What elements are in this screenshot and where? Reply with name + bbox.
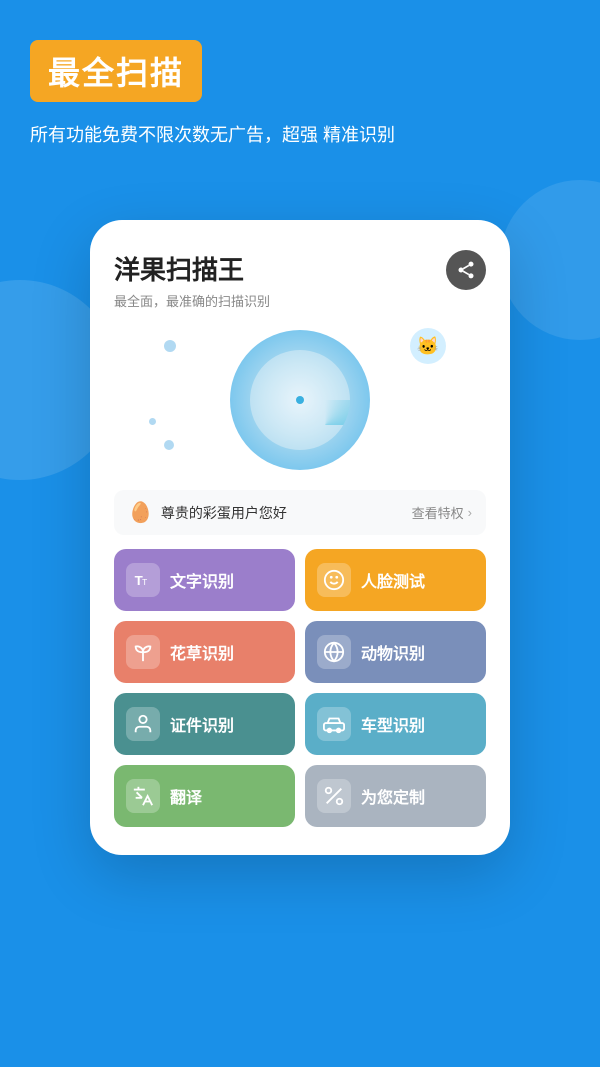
radar-area: 🐱 — [114, 320, 486, 480]
animal-recognition-icon — [317, 635, 351, 669]
app-subtitle: 最全面，最准确的扫描识别 — [114, 291, 270, 310]
car-recognition-label: 车型识别 — [361, 712, 425, 736]
customize-icon — [317, 779, 351, 813]
radar-inner-circle — [250, 350, 350, 450]
header-section: 最全扫描 所有功能免费不限次数无广告，超强 精准识别 — [0, 0, 600, 171]
bg-decoration-right — [500, 180, 600, 340]
radar-sweep — [300, 400, 350, 450]
feature-plant-recognition[interactable]: 花草识别 — [114, 621, 295, 683]
feature-text-recognition[interactable]: T T 文字识别 — [114, 549, 295, 611]
feature-customize[interactable]: 为您定制 — [305, 765, 486, 827]
phone-mockup: 洋果扫描王 最全面，最准确的扫描识别 🐱 🥚 — [90, 220, 510, 855]
feature-id-recognition[interactable]: 证件识别 — [114, 693, 295, 755]
face-test-icon — [317, 563, 351, 597]
share-icon — [456, 260, 476, 280]
view-privilege-button[interactable]: 查看特权 › — [412, 503, 472, 522]
dot-decoration-2 — [149, 418, 156, 425]
id-recognition-icon — [126, 707, 160, 741]
plant-recognition-label: 花草识别 — [170, 640, 234, 664]
dot-decoration-1 — [164, 440, 174, 450]
face-test-label: 人脸测试 — [361, 568, 425, 592]
feature-face-test[interactable]: 人脸测试 — [305, 549, 486, 611]
id-recognition-label: 证件识别 — [170, 712, 234, 736]
feature-translate[interactable]: 翻译 — [114, 765, 295, 827]
translate-icon — [126, 779, 160, 813]
view-privilege-label: 查看特权 — [412, 503, 464, 522]
chevron-right-icon: › — [468, 505, 472, 520]
header-description: 所有功能免费不限次数无广告，超强 精准识别 — [30, 120, 570, 151]
customize-label: 为您定制 — [361, 784, 425, 808]
header-badge: 最全扫描 — [30, 40, 202, 102]
app-header: 洋果扫描王 最全面，最准确的扫描识别 — [114, 250, 486, 310]
cat-icon: 🐱 — [410, 328, 446, 364]
user-banner[interactable]: 🥚 尊贵的彩蛋用户您好 查看特权 › — [114, 490, 486, 535]
text-recognition-icon: T T — [126, 563, 160, 597]
app-title: 洋果扫描王 — [114, 250, 270, 287]
features-grid: T T 文字识别 人脸测试 — [114, 549, 486, 827]
car-recognition-icon — [317, 707, 351, 741]
user-greeting: 尊贵的彩蛋用户您好 — [161, 503, 287, 523]
radar-center — [296, 396, 304, 404]
egg-icon: 🥚 — [128, 500, 153, 525]
user-banner-left: 🥚 尊贵的彩蛋用户您好 — [128, 500, 287, 525]
app-title-group: 洋果扫描王 最全面，最准确的扫描识别 — [114, 250, 270, 310]
feature-car-recognition[interactable]: 车型识别 — [305, 693, 486, 755]
animal-recognition-label: 动物识别 — [361, 640, 425, 664]
feature-animal-recognition[interactable]: 动物识别 — [305, 621, 486, 683]
share-button[interactable] — [446, 250, 486, 290]
dot-decoration-3 — [164, 340, 176, 352]
header-badge-text: 最全扫描 — [48, 55, 184, 91]
translate-label: 翻译 — [170, 784, 202, 808]
svg-text:T: T — [142, 577, 147, 587]
text-recognition-label: 文字识别 — [170, 568, 234, 592]
radar-outer-circle — [230, 330, 370, 470]
plant-recognition-icon — [126, 635, 160, 669]
